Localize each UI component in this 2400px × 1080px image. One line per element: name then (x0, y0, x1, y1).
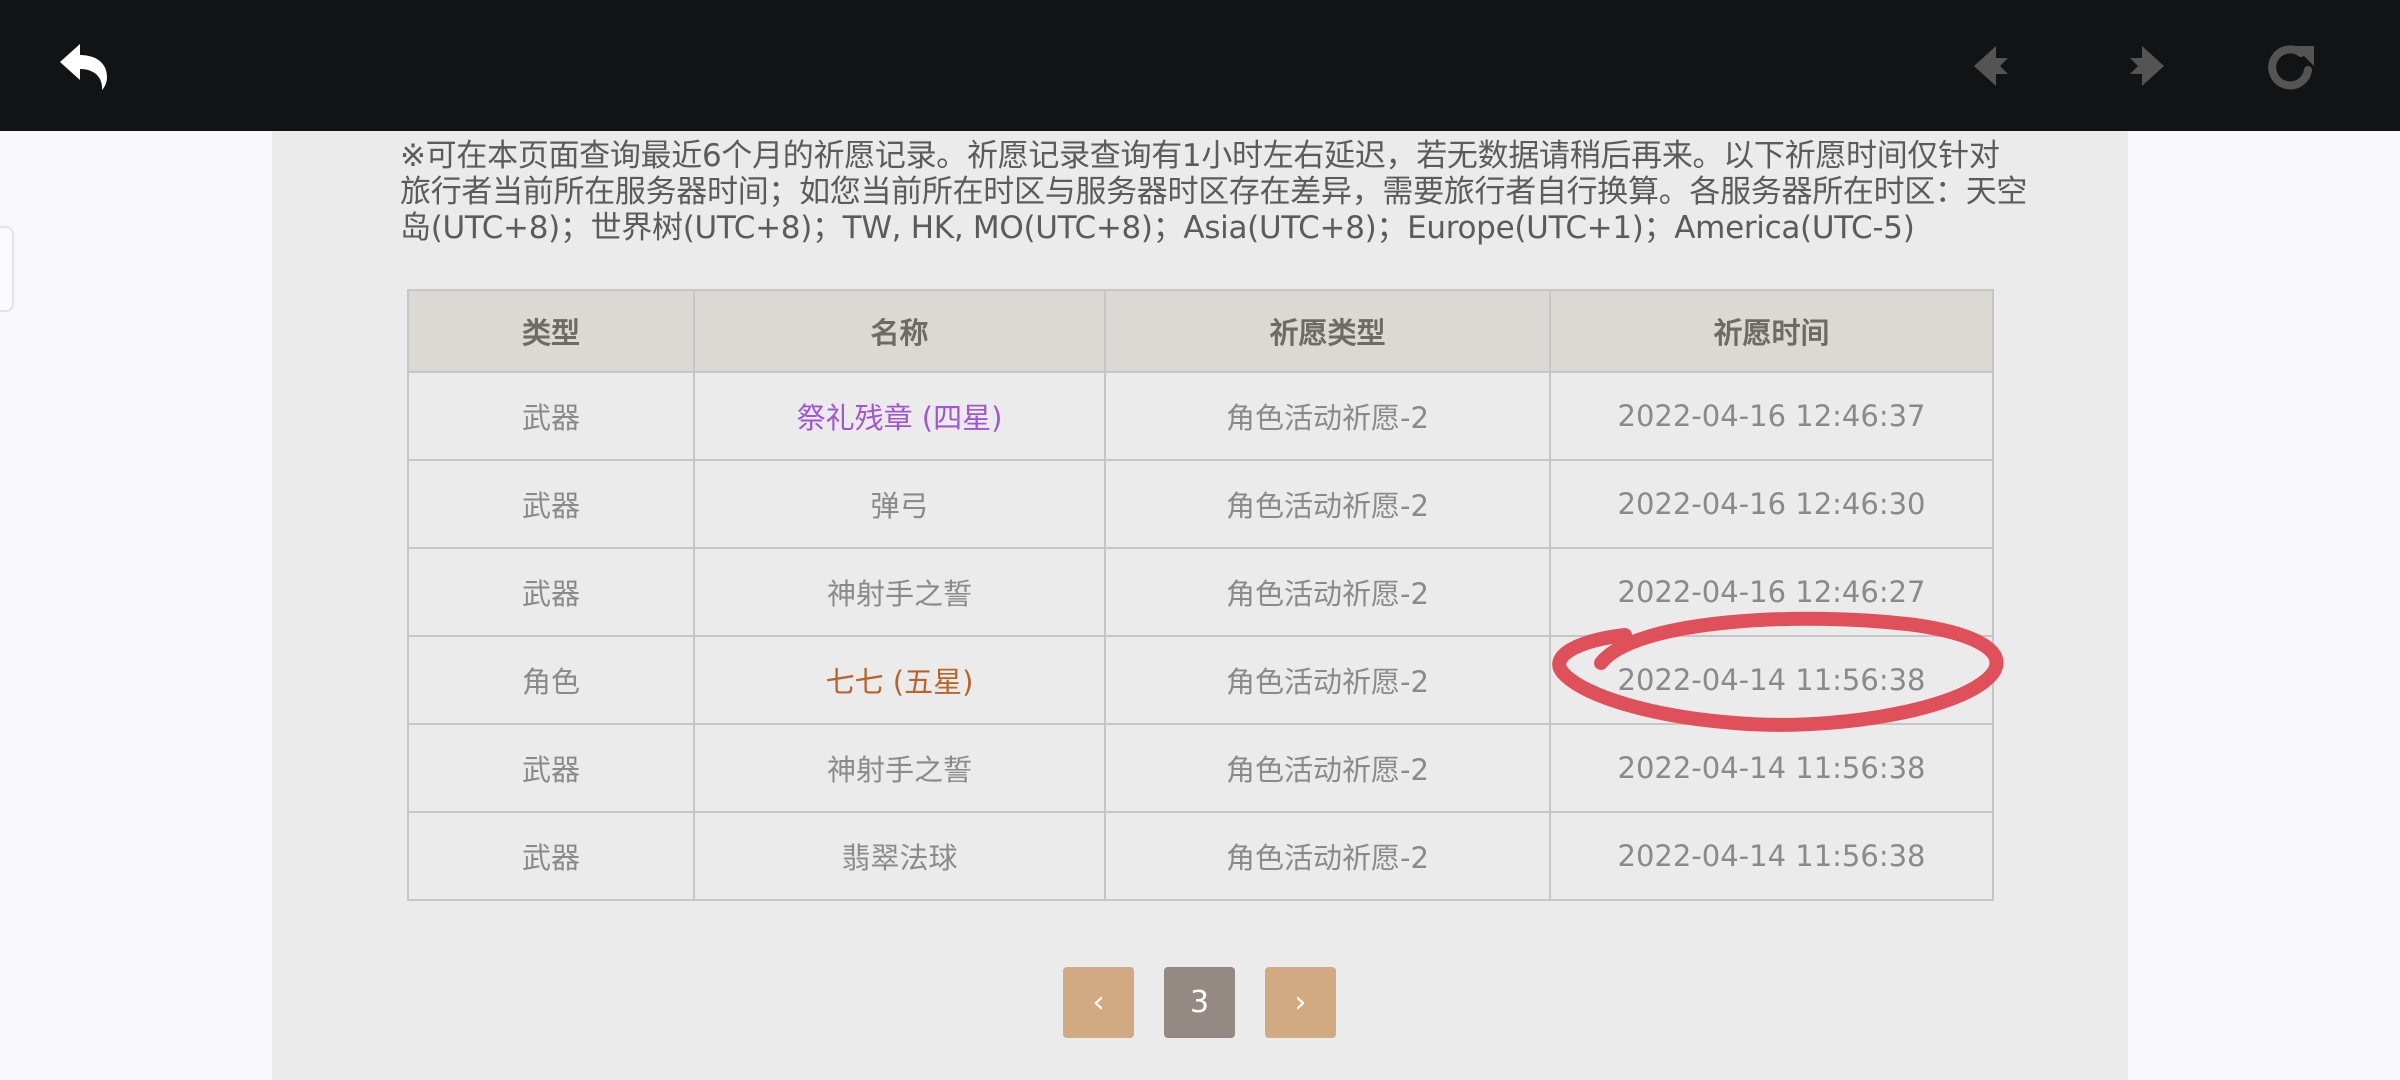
table-row: 武器 神射手之誓 角色活动祈愿-2 2022-04-16 12:46:27 (407, 547, 1994, 637)
cell-wish-type: 角色活动祈愿-2 (1104, 723, 1551, 813)
header-wish-time: 祈愿时间 (1549, 289, 1994, 373)
table-header-row: 类型 名称 祈愿类型 祈愿时间 (407, 289, 1994, 373)
nav-prev-icon[interactable] (1966, 34, 2030, 98)
cell-time: 2022-04-14 11:56:38 (1549, 811, 1994, 901)
table-row: 武器 弹弓 角色活动祈愿-2 2022-04-16 12:46:30 (407, 459, 1994, 549)
cell-wish-type: 角色活动祈愿-2 (1104, 811, 1551, 901)
header-wish-type: 祈愿类型 (1104, 289, 1551, 373)
cell-type: 武器 (407, 547, 695, 637)
table-row: 武器 祭礼残章 (四星) 角色活动祈愿-2 2022-04-16 12:46:3… (407, 371, 1994, 461)
back-arrow-icon[interactable] (52, 34, 116, 98)
notice-text: ※可在本页面查询最近6个月的祈愿记录。祈愿记录查询有1小时左右延迟，若无数据请稍… (400, 138, 2028, 246)
side-drawer-handle[interactable] (0, 226, 14, 312)
next-page-button[interactable]: › (1265, 967, 1336, 1038)
cell-name: 神射手之誓 (693, 547, 1106, 637)
wish-records-table: 类型 名称 祈愿类型 祈愿时间 武器 祭礼残章 (四星) 角色活动祈愿-2 20… (407, 289, 1994, 901)
cell-type: 武器 (407, 811, 695, 901)
nav-next-icon[interactable] (2108, 34, 2172, 98)
header-type: 类型 (407, 289, 695, 373)
cell-wish-type: 角色活动祈愿-2 (1104, 635, 1551, 725)
cell-wish-type: 角色活动祈愿-2 (1104, 371, 1551, 461)
current-page-indicator: 3 (1164, 967, 1235, 1038)
cell-name: 翡翠法球 (693, 811, 1106, 901)
cell-type: 武器 (407, 723, 695, 813)
cell-time: 2022-04-16 12:46:37 (1549, 371, 1994, 461)
cell-time: 2022-04-16 12:46:27 (1549, 547, 1994, 637)
refresh-icon[interactable] (2258, 34, 2322, 98)
table-row: 角色 七七 (五星) 角色活动祈愿-2 2022-04-14 11:56:38 (407, 635, 1994, 725)
cell-wish-type: 角色活动祈愿-2 (1104, 459, 1551, 549)
cell-name: 祭礼残章 (四星) (693, 371, 1106, 461)
cell-time: 2022-04-14 11:56:38 (1549, 723, 1994, 813)
cell-type: 武器 (407, 371, 695, 461)
prev-page-button[interactable]: ‹ (1063, 967, 1134, 1038)
wish-history-panel: ※可在本页面查询最近6个月的祈愿记录。祈愿记录查询有1小时左右延迟，若无数据请稍… (272, 131, 2128, 1080)
cell-time: 2022-04-16 12:46:30 (1549, 459, 1994, 549)
table-row: 武器 神射手之誓 角色活动祈愿-2 2022-04-14 11:56:38 (407, 723, 1994, 813)
cell-wish-type: 角色活动祈愿-2 (1104, 547, 1551, 637)
top-toolbar (0, 0, 2400, 131)
cell-time: 2022-04-14 11:56:38 (1549, 635, 1994, 725)
table-row: 武器 翡翠法球 角色活动祈愿-2 2022-04-14 11:56:38 (407, 811, 1994, 901)
cell-name: 弹弓 (693, 459, 1106, 549)
cell-name: 七七 (五星) (693, 635, 1106, 725)
cell-type: 角色 (407, 635, 695, 725)
cell-name: 神射手之誓 (693, 723, 1106, 813)
cell-type: 武器 (407, 459, 695, 549)
header-name: 名称 (693, 289, 1106, 373)
